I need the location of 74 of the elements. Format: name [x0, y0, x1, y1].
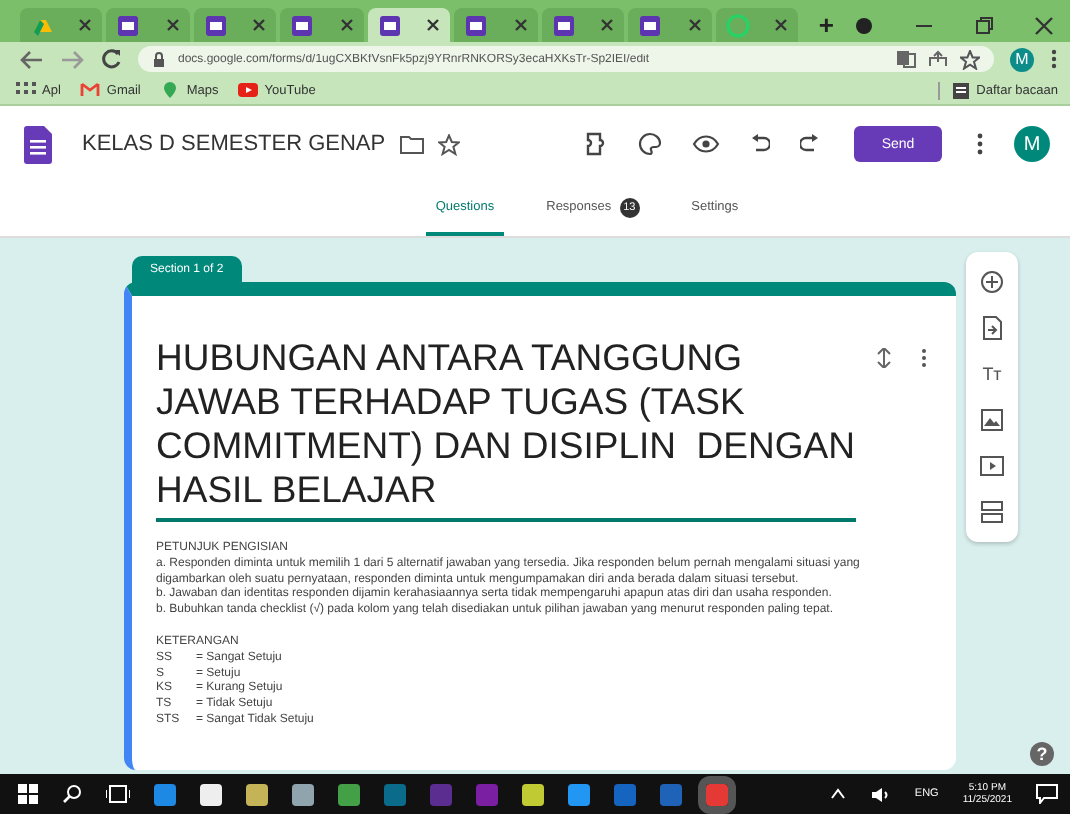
forms-icon — [203, 13, 228, 37]
forms-logo-icon[interactable] — [24, 125, 52, 163]
forms-icon — [290, 13, 315, 37]
search-icon[interactable] — [62, 784, 82, 804]
preview-icon[interactable] — [692, 134, 720, 154]
forms-icon — [638, 13, 663, 37]
notification-icon[interactable] — [1036, 784, 1058, 804]
video-icon[interactable] — [980, 454, 1004, 478]
translate-icon[interactable] — [896, 50, 916, 68]
form-title[interactable]: KELAS D SEMESTER GENAP — [82, 132, 386, 156]
record-icon — [854, 15, 874, 35]
account-avatar[interactable]: M — [1014, 126, 1050, 162]
share-icon[interactable] — [928, 50, 948, 68]
play-icon — [238, 80, 259, 100]
taskbar-app-icon[interactable] — [522, 783, 544, 805]
list-icon — [952, 81, 971, 99]
import-icon[interactable] — [980, 316, 1004, 340]
help-button[interactable]: ? — [1030, 742, 1054, 766]
close-icon[interactable] — [78, 18, 93, 32]
close-icon[interactable] — [600, 18, 615, 32]
close-icon[interactable] — [339, 18, 354, 32]
forms-icon — [551, 13, 576, 37]
taskbar-app-icon[interactable] — [200, 783, 222, 805]
palette-icon[interactable] — [638, 132, 662, 156]
close-icon[interactable] — [165, 18, 180, 32]
browser-tab[interactable] — [280, 8, 364, 42]
apps-icon — [16, 80, 36, 100]
new-tab-button[interactable]: + — [802, 8, 850, 42]
redo-icon[interactable] — [800, 134, 820, 154]
collapse-icon[interactable] — [876, 348, 892, 368]
lock-icon — [152, 51, 166, 67]
close-icon[interactable] — [774, 18, 789, 32]
browser-tab[interactable] — [628, 8, 712, 42]
taskbar-app-icon[interactable] — [292, 783, 314, 805]
browser-tab[interactable] — [193, 8, 277, 42]
taskbar-app-icon[interactable] — [246, 783, 268, 805]
close-icon[interactable] — [513, 18, 528, 32]
star-icon[interactable] — [960, 49, 980, 69]
add-on-icon[interactable] — [584, 132, 608, 156]
section-title[interactable]: HUBUNGAN ANTARA TANGGUNG JAWAB TERHADAP TUGAS (TASK COMMITMENT) DAN DISIPLIN DENGAN HASIL BELAJAR — [156, 312, 856, 522]
forms-icon — [116, 13, 141, 37]
map-pin-icon — [160, 80, 181, 100]
star-icon[interactable] — [437, 133, 460, 155]
browser-tab[interactable] — [541, 8, 625, 42]
more-icon[interactable] — [1050, 48, 1058, 70]
reload-icon[interactable] — [100, 48, 122, 70]
task-view-icon[interactable] — [106, 784, 130, 804]
forms-icon — [464, 13, 489, 37]
browser-tab[interactable] — [367, 8, 451, 42]
chevron-up-icon[interactable] — [830, 788, 847, 800]
add-question-icon[interactable] — [980, 270, 1004, 294]
close-icon[interactable] — [252, 18, 267, 32]
section-icon[interactable] — [980, 500, 1004, 524]
more-icon[interactable] — [920, 348, 928, 368]
taskbar-app-icon[interactable] — [338, 783, 360, 805]
browser-tab[interactable] — [106, 8, 190, 42]
close-icon[interactable] — [1034, 15, 1054, 35]
more-icon[interactable] — [976, 132, 984, 156]
taskbar-app-icon[interactable] — [568, 783, 590, 805]
forms-icon — [377, 13, 402, 37]
undo-icon[interactable] — [750, 134, 770, 154]
folder-icon[interactable] — [399, 134, 424, 154]
back-icon[interactable] — [20, 49, 44, 69]
windows-icon[interactable] — [18, 784, 38, 804]
browser-tab[interactable] — [454, 8, 538, 42]
close-icon[interactable] — [426, 18, 441, 32]
add-title-button[interactable]: Tт — [982, 362, 1002, 386]
mail-icon — [80, 80, 101, 100]
chat-icon — [725, 13, 750, 37]
close-icon[interactable] — [687, 18, 702, 32]
profile-avatar[interactable]: M — [1010, 47, 1034, 71]
image-icon[interactable] — [980, 408, 1004, 432]
speaker-icon[interactable] — [870, 785, 891, 803]
restore-icon[interactable] — [974, 15, 994, 35]
